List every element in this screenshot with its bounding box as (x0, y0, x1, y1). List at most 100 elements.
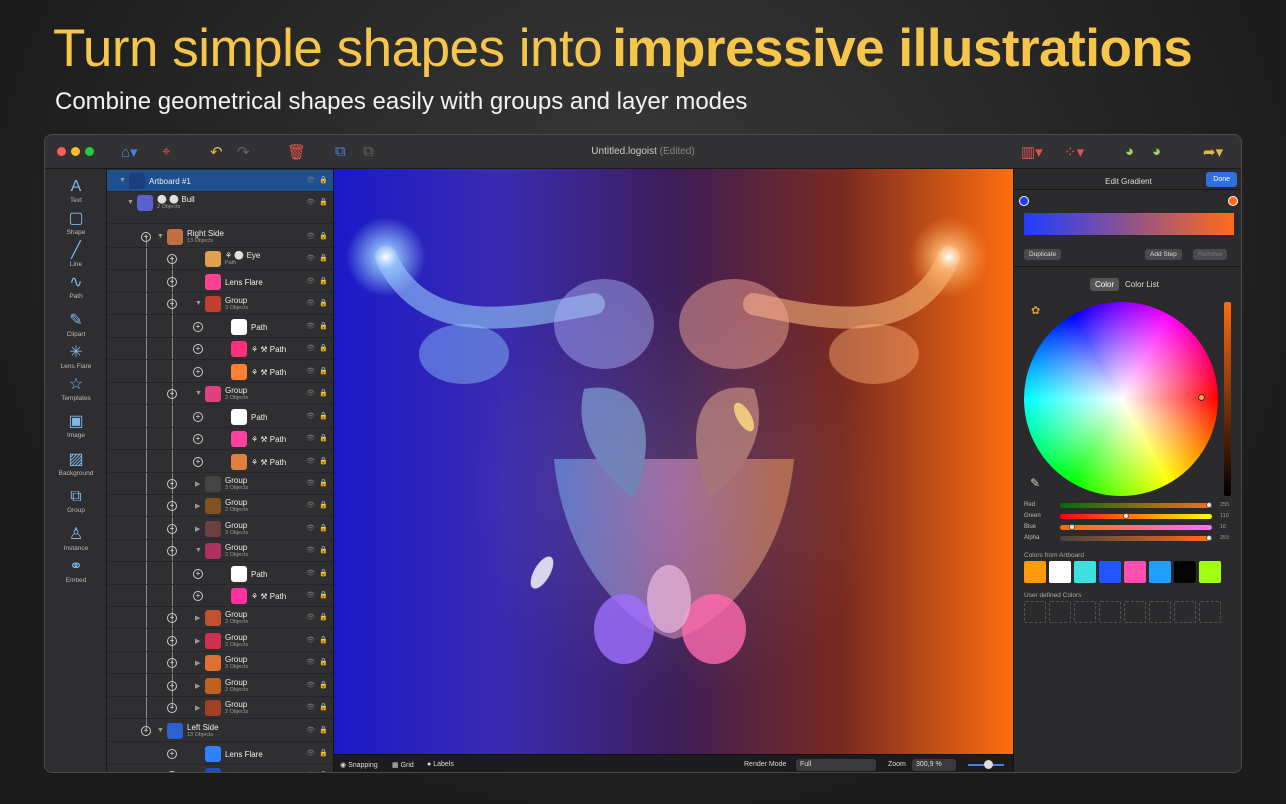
chart-icon[interactable]: ▥▾ (1021, 143, 1043, 161)
visibility-eye-icon[interactable]: 👁 (306, 277, 315, 285)
add-layer-icon[interactable]: + (141, 726, 151, 736)
share-icon[interactable]: ➦▾ (1203, 143, 1223, 161)
blue-slider-knob[interactable] (1068, 524, 1075, 530)
artboard-color-swatch[interactable] (1049, 561, 1071, 583)
tab-color[interactable]: Color (1090, 278, 1120, 291)
lock-icon[interactable]: 🔒 (319, 254, 328, 262)
red-slider-knob[interactable] (1206, 502, 1212, 508)
layer-row[interactable]: + ▼ Group 3 Objects 👁 🔒 (107, 293, 333, 315)
add-layer-icon[interactable]: + (167, 389, 177, 399)
lock-icon[interactable]: 🔒 (319, 299, 328, 307)
add-layer-icon[interactable]: + (193, 412, 203, 422)
gradient-stop-start[interactable] (1019, 196, 1029, 206)
artboard-color-swatch[interactable] (1124, 561, 1146, 583)
color-wheel-picker[interactable] (1198, 394, 1205, 401)
visibility-eye-icon[interactable]: 👁 (306, 546, 315, 554)
green-slider[interactable] (1060, 514, 1212, 519)
add-layer-icon[interactable]: + (167, 703, 177, 713)
add-layer-icon[interactable]: + (167, 299, 177, 309)
disclosure-closed-icon[interactable]: ▶ (195, 614, 200, 622)
tool-text[interactable]: A Text (45, 177, 107, 204)
lock-icon[interactable]: 🔒 (319, 546, 328, 554)
visibility-eye-icon[interactable]: 👁 (306, 232, 315, 240)
layer-row[interactable]: + ▶ Group 3 Objects 👁 🔒 (107, 652, 333, 674)
distribute-icon[interactable]: ⁘▾ (1064, 143, 1084, 161)
tool-lens-flare[interactable]: ✳ Lens Flare (45, 343, 107, 370)
eyedropper-icon[interactable]: ✎ (1030, 476, 1040, 490)
disclosure-closed-icon[interactable]: ▶ (195, 525, 200, 533)
visibility-eye-icon[interactable]: 👁 (306, 771, 315, 772)
layer-row[interactable]: + Lens Flare 👁 🔒 (107, 743, 333, 765)
artboard-canvas[interactable] (334, 169, 1013, 754)
snapping-toggle[interactable]: ◉ Snapping (340, 761, 378, 769)
visibility-eye-icon[interactable]: 👁 (306, 636, 315, 644)
visibility-eye-icon[interactable]: 👁 (306, 299, 315, 307)
tool-templates[interactable]: ☆ Templates (45, 375, 107, 402)
disclosure-open-icon[interactable]: ▼ (127, 199, 134, 206)
add-layer-icon[interactable]: + (167, 479, 177, 489)
artboard-color-swatch[interactable] (1024, 561, 1046, 583)
disclosure-open-icon[interactable]: ▼ (119, 177, 126, 184)
add-layer-icon[interactable]: + (167, 636, 177, 646)
layer-row[interactable]: ▼ Artboard #1 👁 🔒 (107, 170, 333, 192)
tool-line[interactable]: ╱ Line (45, 241, 107, 268)
done-button[interactable]: Done (1206, 172, 1237, 187)
tool-background[interactable]: ▨ Background (45, 450, 107, 477)
layer-row[interactable]: + ⚘ ⚒ Path 👁 🔒 (107, 585, 333, 607)
lock-icon[interactable]: 🔒 (319, 681, 328, 689)
zoom-field[interactable]: 300,9 % (912, 759, 956, 771)
layer-row[interactable]: + Path 👁 🔒 (107, 563, 333, 585)
color-wheel[interactable] (1024, 302, 1218, 496)
disclosure-closed-icon[interactable]: ▶ (195, 480, 200, 488)
visibility-eye-icon[interactable]: 👁 (306, 681, 315, 689)
lock-icon[interactable]: 🔒 (319, 389, 328, 397)
palette-alt-icon[interactable]: ◕ (1152, 143, 1161, 160)
lock-icon[interactable]: 🔒 (319, 322, 328, 330)
lock-icon[interactable]: 🔒 (319, 726, 328, 734)
disclosure-open-icon[interactable]: ▼ (195, 390, 202, 397)
render-mode-select[interactable]: Full (796, 759, 876, 771)
disclosure-closed-icon[interactable]: ▶ (195, 637, 200, 645)
layer-row[interactable]: + ⚘ ⚒ Path 👁 🔒 (107, 428, 333, 450)
lock-icon[interactable]: 🔒 (319, 457, 328, 465)
alpha-slider-knob[interactable] (1206, 535, 1212, 541)
tool-shape[interactable]: ▢ Shape (45, 209, 107, 236)
disclosure-open-icon[interactable]: ▼ (195, 300, 202, 307)
red-slider[interactable] (1060, 503, 1212, 508)
add-layer-icon[interactable]: + (167, 501, 177, 511)
visibility-eye-icon[interactable]: 👁 (306, 658, 315, 666)
layer-row[interactable]: ▼ ⚪ ⚪ Bull 2 Objects 👁 🔒 (107, 192, 333, 224)
lock-icon[interactable]: 🔒 (319, 232, 328, 240)
user-color-slot[interactable] (1024, 601, 1046, 623)
layer-row[interactable]: + ▶ Group 3 Objects 👁 🔒 (107, 518, 333, 540)
alpha-slider[interactable] (1060, 536, 1212, 541)
visibility-eye-icon[interactable]: 👁 (306, 434, 315, 442)
duplicate-button[interactable]: Duplicate (1024, 249, 1062, 260)
visibility-eye-icon[interactable]: 👁 (306, 749, 315, 757)
visibility-eye-icon[interactable]: 👁 (306, 367, 315, 375)
tool-path[interactable]: ∿ Path (45, 273, 107, 300)
layer-row[interactable]: + ▶ Group 2 Objects 👁 🔒 (107, 630, 333, 652)
layer-row[interactable]: + Path 👁 🔒 (107, 406, 333, 428)
artboard-color-swatch[interactable] (1174, 561, 1196, 583)
layer-row[interactable]: + ▶ Group 3 Objects 👁 🔒 (107, 473, 333, 495)
lock-icon[interactable]: 🔒 (319, 658, 328, 666)
add-layer-icon[interactable]: + (193, 367, 203, 377)
visibility-eye-icon[interactable]: 👁 (306, 176, 315, 184)
lock-icon[interactable]: 🔒 (319, 198, 328, 206)
color-wheel-icon[interactable]: ✿ (1031, 304, 1040, 317)
add-layer-icon[interactable]: + (167, 546, 177, 556)
user-color-slot[interactable] (1199, 601, 1221, 623)
disclosure-closed-icon[interactable]: ▶ (195, 502, 200, 510)
labels-toggle[interactable]: ● Labels (427, 761, 454, 768)
add-layer-icon[interactable]: + (193, 457, 203, 467)
add-layer-icon[interactable]: + (167, 613, 177, 623)
user-color-slot[interactable] (1149, 601, 1171, 623)
visibility-eye-icon[interactable]: 👁 (306, 322, 315, 330)
artboard-color-swatch[interactable] (1149, 561, 1171, 583)
lock-icon[interactable]: 🔒 (319, 703, 328, 711)
disclosure-closed-icon[interactable]: ▶ (195, 659, 200, 667)
add-step-button[interactable]: Add Step (1145, 249, 1182, 260)
layer-row[interactable]: + Path 👁 🔒 (107, 316, 333, 338)
blue-slider[interactable] (1060, 525, 1212, 530)
